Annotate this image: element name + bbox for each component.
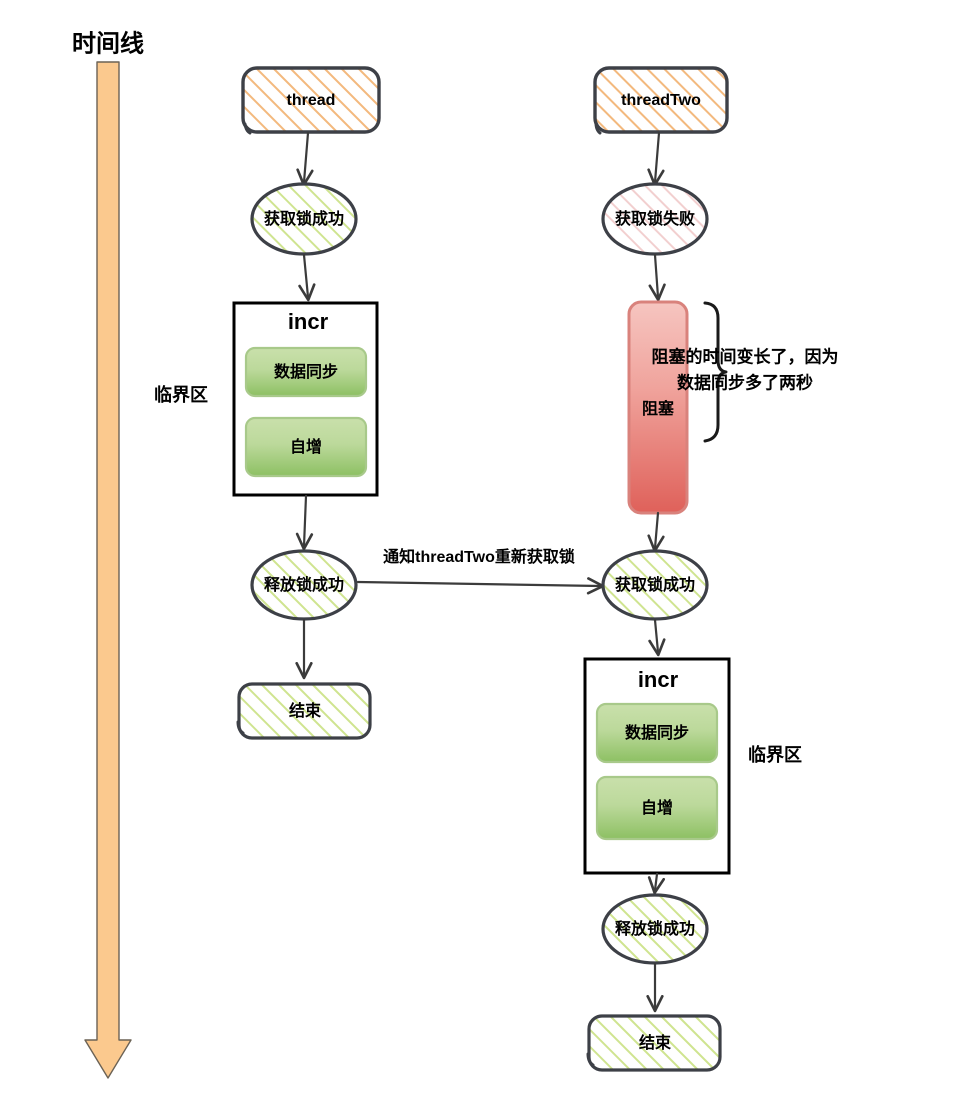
node-end-2[interactable]: 结束: [586, 1014, 722, 1072]
node-acquire-lock-failed[interactable]: 获取锁失败: [601, 182, 709, 256]
node-thread-start[interactable]: thread: [241, 66, 381, 135]
node-release-lock-success-label: 释放锁成功: [264, 575, 344, 594]
node-blocked[interactable]: 阻塞: [627, 300, 689, 515]
node-acquire-lock-success-2[interactable]: 获取锁成功: [601, 549, 709, 621]
node-blocked-label: 阻塞: [642, 399, 675, 418]
node-incr-2-label: incr: [638, 667, 679, 692]
node-end-2-label: 结束: [638, 1033, 672, 1052]
edge-acquire2-to-incr2: [648, 618, 666, 657]
critical-section-label-1: 临界区: [154, 384, 208, 405]
node-data-sync-label: 数据同步: [274, 362, 338, 381]
node-release-lock-success-2-label: 释放锁成功: [615, 919, 695, 938]
node-increment-2[interactable]: 自增: [595, 775, 719, 841]
node-acquire-lock-failed-label: 获取锁失败: [615, 209, 695, 228]
brace-annotation-line2: 数据同步多了两秒: [677, 372, 813, 392]
node-increment-2-label: 自增: [641, 798, 673, 817]
node-increment[interactable]: 自增: [244, 416, 368, 478]
timeline-arrow: [84, 61, 132, 1079]
node-release-lock-success[interactable]: 释放锁成功: [250, 549, 358, 621]
node-thread-start-label: thread: [287, 92, 336, 109]
edge-blocked-to-acquire2: [647, 511, 665, 553]
edge-thread-to-acquire: [296, 131, 314, 187]
edge-acquire-to-incr: [298, 253, 316, 302]
node-release-lock-success-2[interactable]: 释放锁成功: [601, 893, 709, 965]
node-acquire-lock-success-2-label: 获取锁成功: [615, 575, 695, 594]
node-data-sync-2-label: 数据同步: [625, 723, 689, 742]
edge-incr-to-release: [295, 494, 314, 551]
node-data-sync[interactable]: 数据同步: [244, 346, 368, 398]
node-increment-label: 自增: [290, 437, 322, 456]
flowchart-canvas: 时间线 thread 获取锁成功 临界区 incr 数据同步 自增 释放锁成功 …: [72, 30, 839, 1079]
node-acquire-lock-success-label: 获取锁成功: [264, 209, 344, 228]
node-incr-block-2: incr 数据同步 自增: [583, 657, 731, 875]
edge-failed-to-blocked: [648, 253, 666, 302]
edge-notify-threadtwo-label: 通知threadTwo重新获取锁: [383, 547, 575, 566]
node-threadtwo-start[interactable]: threadTwo: [593, 66, 729, 135]
node-incr-label: incr: [288, 309, 329, 334]
node-data-sync-2[interactable]: 数据同步: [595, 702, 719, 764]
node-acquire-lock-success[interactable]: 获取锁成功: [250, 182, 358, 256]
timeline-title: 时间线: [72, 30, 144, 57]
edge-notify-threadtwo: [356, 577, 605, 595]
edge-incr2-to-release2: [647, 872, 666, 895]
node-threadtwo-start-label: threadTwo: [621, 92, 701, 109]
node-incr-block: incr 数据同步 自增: [232, 301, 379, 497]
edge-threadtwo-to-failed: [647, 131, 665, 187]
node-end-label: 结束: [288, 701, 322, 720]
node-end[interactable]: 结束: [236, 682, 372, 740]
critical-section-label-2: 临界区: [748, 744, 802, 765]
brace-annotation-line1: 阻塞的时间变长了，因为: [652, 346, 839, 366]
